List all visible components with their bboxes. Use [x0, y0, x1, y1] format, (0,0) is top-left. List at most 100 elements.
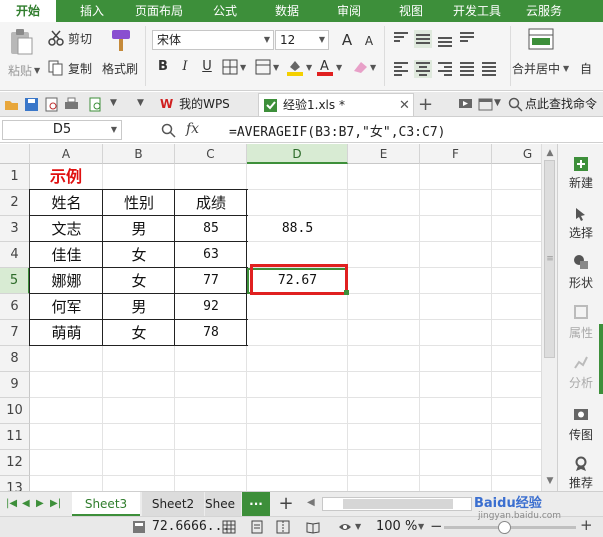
- table-cell[interactable]: 女: [103, 268, 175, 294]
- horizontal-scrollbar[interactable]: [322, 497, 472, 511]
- worksheet-grid[interactable]: A B C D E F G 1 2 3 4 5 6 7 8 9 10 11 12 13 示例 姓名 性别…: [0, 144, 541, 491]
- last-sheet-icon[interactable]: ▶|: [50, 498, 61, 509]
- zoom-out-button[interactable]: −: [430, 517, 443, 535]
- tab-file[interactable]: 经验1.xls * ✕: [258, 93, 414, 116]
- fill-handle[interactable]: [344, 290, 349, 295]
- table-cell[interactable]: 77: [175, 268, 247, 294]
- row-header-5[interactable]: 5: [0, 268, 30, 294]
- row-header-13[interactable]: 13: [0, 476, 30, 491]
- tab-home[interactable]: 开始: [0, 0, 56, 22]
- paste-button[interactable]: 粘贴: [8, 62, 32, 79]
- table-cell[interactable]: 何军: [30, 294, 103, 320]
- pane-new-button[interactable]: 新建: [558, 174, 603, 191]
- search-command[interactable]: 点此查找命令: [525, 93, 603, 116]
- pane-upload-image-button[interactable]: 传图: [558, 426, 603, 443]
- vertical-scrollbar[interactable]: ▲ ≡ ▼: [541, 144, 557, 491]
- borders-dropdown-icon[interactable]: ▼: [240, 63, 246, 72]
- borders-icon[interactable]: [222, 59, 238, 75]
- row-header-6[interactable]: 6: [0, 294, 30, 320]
- column-header-a[interactable]: A: [30, 144, 103, 164]
- formula-input[interactable]: =AVERAGEIF(B3:B7,"女",C3:C7): [229, 121, 446, 140]
- merge-dropdown-icon[interactable]: ▼: [563, 64, 569, 73]
- table-cell[interactable]: 文志: [30, 216, 103, 242]
- format-painter-icon[interactable]: [108, 28, 134, 54]
- column-header-e[interactable]: E: [348, 144, 420, 164]
- next-sheet-icon[interactable]: ▶: [36, 498, 44, 509]
- bold-button[interactable]: B: [154, 58, 172, 76]
- table-cell[interactable]: 78: [175, 320, 247, 346]
- table-cell[interactable]: 男: [103, 216, 175, 242]
- header-gender[interactable]: 性别: [103, 190, 175, 216]
- font-name-select[interactable]: 宋体 ▼: [152, 30, 274, 50]
- quick-access-dropdown-icon[interactable]: ▼: [137, 98, 144, 108]
- print-icon[interactable]: [64, 97, 79, 112]
- scroll-down-icon[interactable]: ▼: [543, 476, 557, 486]
- tab-page-layout[interactable]: 页面布局: [128, 0, 190, 22]
- row-header-4[interactable]: 4: [0, 242, 30, 268]
- zoom-slider-thumb[interactable]: [498, 521, 511, 534]
- merge-center-icon[interactable]: [528, 28, 554, 52]
- paste-dropdown-icon[interactable]: ▼: [34, 66, 40, 75]
- column-header-c[interactable]: C: [175, 144, 247, 164]
- row-header-3[interactable]: 3: [0, 216, 30, 242]
- close-icon[interactable]: ✕: [399, 94, 410, 117]
- row-header-2[interactable]: 2: [0, 190, 30, 216]
- tab-insert[interactable]: 插入: [66, 0, 118, 22]
- table-cell[interactable]: 萌萌: [30, 320, 103, 346]
- italic-button[interactable]: I: [176, 58, 194, 76]
- justify-icon[interactable]: [458, 60, 476, 78]
- table-cell[interactable]: 女: [103, 242, 175, 268]
- sheet-tab-sheet3[interactable]: Sheet3: [72, 492, 140, 516]
- tab-my-wps[interactable]: W 我的WPS: [154, 93, 258, 116]
- row-header-8[interactable]: 8: [0, 346, 30, 372]
- row-header-12[interactable]: 12: [0, 450, 30, 476]
- align-center-icon[interactable]: [414, 60, 432, 78]
- preview-icon[interactable]: [88, 97, 103, 112]
- align-bottom-icon[interactable]: [436, 30, 454, 48]
- increase-font-button[interactable]: A: [338, 31, 356, 49]
- wrap-text-icon[interactable]: [458, 30, 476, 48]
- sheet-tab-sheet1[interactable]: Shee: [205, 492, 241, 516]
- align-right-icon[interactable]: [436, 60, 454, 78]
- table-cell[interactable]: 佳佳: [30, 242, 103, 268]
- underline-button[interactable]: U: [198, 58, 216, 76]
- row-header-9[interactable]: 9: [0, 372, 30, 398]
- print-preview-icon[interactable]: [44, 97, 59, 112]
- auto-button[interactable]: 自: [580, 60, 592, 77]
- horizontal-scroll-thumb[interactable]: [343, 499, 453, 509]
- tab-review[interactable]: 审阅: [324, 0, 374, 22]
- window-dropdown-icon[interactable]: ▼: [494, 98, 501, 108]
- undo-icon[interactable]: ▼: [110, 98, 117, 108]
- pane-analysis-button[interactable]: 分析: [558, 374, 603, 391]
- row-header-11[interactable]: 11: [0, 424, 30, 450]
- header-score[interactable]: 成绩: [175, 190, 247, 216]
- folder-icon[interactable]: [4, 97, 19, 112]
- table-cell[interactable]: 男: [103, 294, 175, 320]
- font-color-dropdown-icon[interactable]: ▼: [336, 63, 342, 72]
- cell-style-dropdown-icon[interactable]: ▼: [273, 63, 279, 72]
- pane-collapse-handle[interactable]: [599, 324, 603, 394]
- fill-color-dropdown-icon[interactable]: ▼: [306, 63, 312, 72]
- view-dropdown-icon[interactable]: ▼: [355, 522, 361, 531]
- tab-view[interactable]: 视图: [386, 0, 436, 22]
- pane-select-button[interactable]: 选择: [558, 224, 603, 241]
- add-tab-button[interactable]: +: [418, 93, 436, 116]
- column-header-g[interactable]: G: [492, 144, 541, 164]
- zoom-in-button[interactable]: +: [580, 516, 593, 534]
- scroll-left-icon[interactable]: ◀: [307, 497, 315, 508]
- function-button[interactable]: fx: [186, 121, 199, 137]
- normal-view-icon[interactable]: [222, 520, 236, 534]
- tab-cloud[interactable]: 云服务: [516, 0, 572, 22]
- zoom-level[interactable]: 100 %: [376, 519, 417, 534]
- paste-icon[interactable]: [8, 28, 34, 56]
- reading-mode-icon[interactable]: [306, 520, 320, 534]
- clear-format-icon[interactable]: [352, 59, 370, 75]
- distributed-icon[interactable]: [480, 60, 498, 78]
- page-break-icon[interactable]: [276, 520, 290, 534]
- row-header-7[interactable]: 7: [0, 320, 30, 346]
- header-name[interactable]: 姓名: [30, 190, 103, 216]
- table-cell[interactable]: 92: [175, 294, 247, 320]
- title-cell[interactable]: 示例: [50, 164, 110, 190]
- screen-icon[interactable]: [458, 97, 473, 112]
- result-cell-d3[interactable]: 88.5: [247, 216, 348, 242]
